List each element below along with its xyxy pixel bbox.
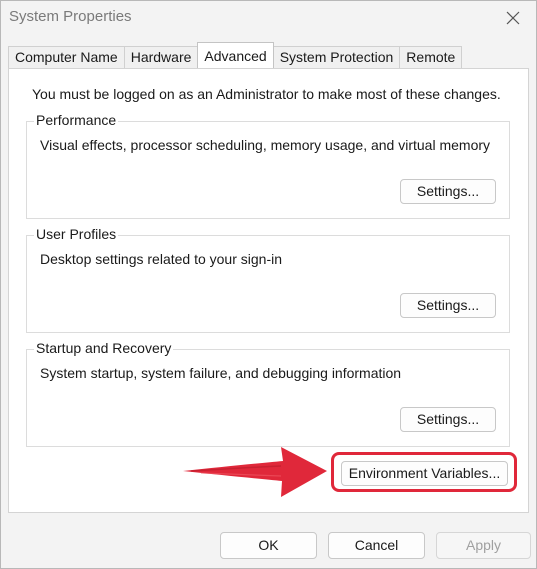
title-bar: System Properties — [1, 1, 536, 35]
startup-recovery-group-title: Startup and Recovery — [34, 340, 174, 356]
close-button[interactable] — [490, 1, 536, 35]
startup-recovery-description: System startup, system failure, and debu… — [40, 365, 402, 381]
ok-button[interactable]: OK — [220, 532, 317, 559]
environment-variables-button[interactable]: Environment Variables... — [341, 461, 508, 486]
startup-recovery-settings-button[interactable]: Settings... — [400, 407, 496, 432]
tab-computer-name[interactable]: Computer Name — [8, 46, 125, 68]
cancel-button[interactable]: Cancel — [328, 532, 425, 559]
performance-settings-button[interactable]: Settings... — [400, 179, 496, 204]
performance-group-title: Performance — [34, 112, 119, 128]
startup-recovery-group: Startup and Recovery System startup, sys… — [26, 340, 510, 447]
system-properties-window: System Properties Computer Name Hardware… — [0, 0, 537, 569]
advanced-tab-panel: You must be logged on as an Administrato… — [8, 68, 529, 513]
tab-advanced[interactable]: Advanced — [197, 42, 274, 68]
tab-remote[interactable]: Remote — [399, 46, 463, 68]
apply-button[interactable]: Apply — [436, 532, 531, 559]
red-arrow-icon — [183, 447, 327, 497]
tab-strip: Computer Name Hardware Advanced System P… — [8, 42, 463, 68]
user-profiles-description: Desktop settings related to your sign-in — [40, 251, 283, 267]
performance-group: Performance Visual effects, processor sc… — [26, 112, 510, 219]
user-profiles-settings-button[interactable]: Settings... — [400, 293, 496, 318]
user-profiles-group: User Profiles Desktop settings related t… — [26, 226, 510, 333]
tab-system-protection[interactable]: System Protection — [272, 46, 401, 68]
window-title: System Properties — [9, 8, 132, 25]
user-profiles-group-title: User Profiles — [34, 226, 119, 242]
admin-notice: You must be logged on as an Administrato… — [32, 86, 501, 102]
close-icon — [506, 11, 520, 25]
performance-description: Visual effects, processor scheduling, me… — [40, 137, 491, 153]
tab-hardware[interactable]: Hardware — [123, 46, 199, 68]
